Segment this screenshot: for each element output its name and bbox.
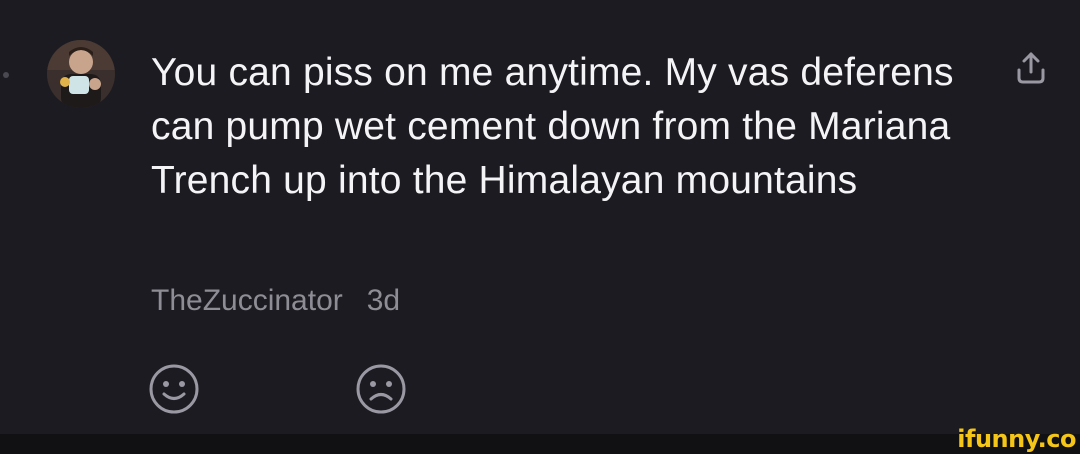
comment-text: You can piss on me anytime. My vas defer… [151, 51, 954, 202]
share-icon [1017, 52, 1045, 84]
share-button[interactable] [1011, 48, 1051, 88]
thread-dot [3, 72, 9, 78]
comment-item: You can piss on me anytime. My vas defer… [0, 0, 1080, 434]
comment-time: 3d [366, 284, 401, 317]
frown-face-icon [356, 364, 406, 414]
like-button[interactable] [148, 363, 200, 415]
comment-meta: TheZuccinator 3d [151, 284, 400, 318]
dislike-button[interactable] [355, 363, 407, 415]
avatar-photo [47, 40, 115, 108]
watermark-logo: ifunny.co [957, 425, 1076, 453]
author-name[interactable]: TheZuccinator [151, 284, 343, 317]
smile-face-icon [149, 364, 199, 414]
watermark-bar [0, 434, 1080, 454]
avatar[interactable] [47, 40, 115, 108]
